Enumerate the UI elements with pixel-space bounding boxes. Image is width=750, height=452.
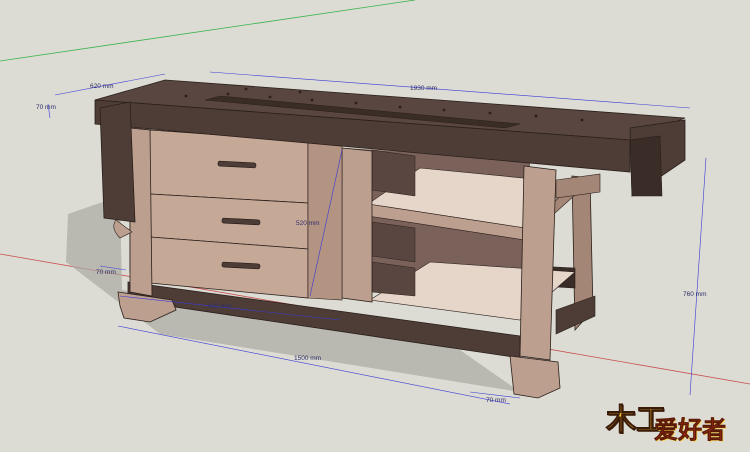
watermark-logo: 木工 爱好者 — [606, 405, 746, 448]
green-axis-line — [0, 0, 416, 62]
end-vise-jaw-face — [629, 135, 663, 197]
cabinet-divider — [341, 147, 373, 303]
interior-drawer-box-1 — [371, 149, 416, 197]
front-right-leg — [519, 165, 557, 361]
interior-drawer-box-2 — [371, 221, 416, 263]
right-upper-stretcher — [555, 173, 601, 199]
leg-vise-chop[interactable] — [99, 101, 136, 223]
front-right-foot — [509, 355, 561, 399]
watermark-text: 爱好者 — [654, 416, 727, 444]
drawer-side-panel — [307, 140, 343, 301]
sketchup-viewport[interactable]: 620 mm 1930 mm 70 mm 520 mm 70 mm 630 mm… — [0, 0, 750, 452]
interior-drawer-box-3 — [371, 261, 416, 297]
workbench-3d-model[interactable] — [0, 0, 750, 452]
